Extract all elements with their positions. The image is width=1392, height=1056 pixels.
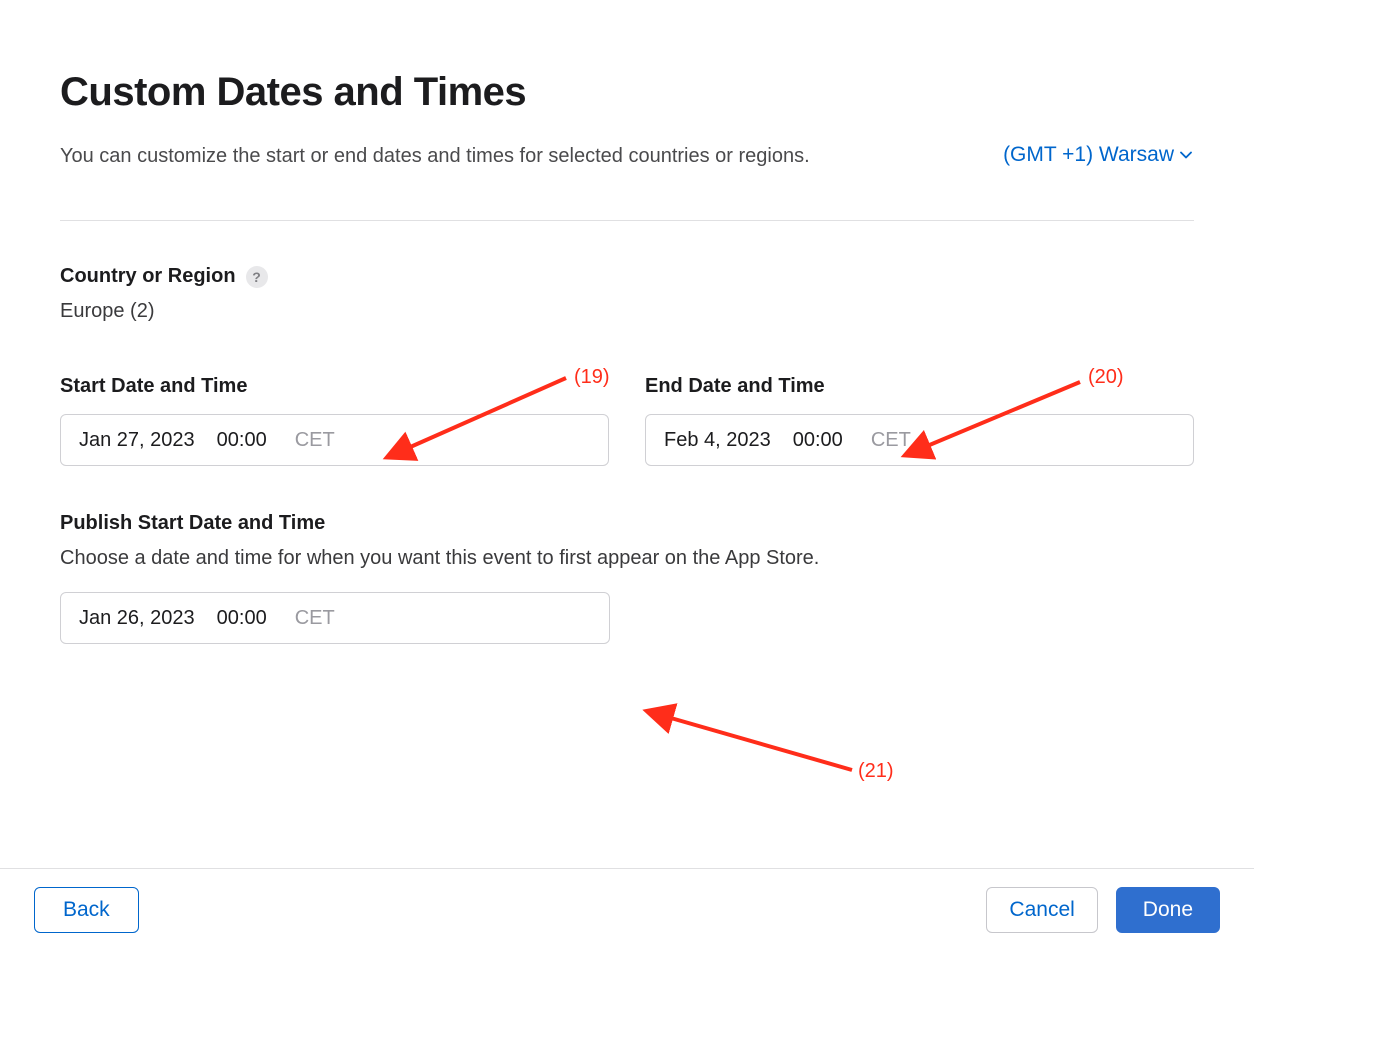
country-region-label: Country or Region [60,265,236,288]
done-button[interactable]: Done [1116,887,1220,933]
start-date-field[interactable]: Jan 27, 2023 00:00 CET [60,414,609,466]
timezone-label: (GMT +1) Warsaw [1003,143,1174,167]
start-time-value: 00:00 [217,429,267,452]
country-region-value: Europe (2) [60,300,1194,323]
divider [60,220,1194,221]
start-date-label: Start Date and Time [60,375,609,398]
end-date-label: End Date and Time [645,375,1194,398]
publish-tz-value: CET [295,607,335,630]
start-tz-value: CET [295,429,335,452]
timezone-selector[interactable]: (GMT +1) Warsaw [1003,141,1194,167]
end-date-field[interactable]: Feb 4, 2023 00:00 CET [645,414,1194,466]
cancel-button[interactable]: Cancel [986,887,1097,933]
end-time-value: 00:00 [793,429,843,452]
page-title: Custom Dates and Times [60,70,1194,115]
footer-bar: Back Cancel Done [0,868,1254,951]
help-icon[interactable]: ? [246,266,268,288]
start-date-value: Jan 27, 2023 [79,429,195,452]
back-button[interactable]: Back [34,887,139,933]
annotation-21-label: (21) [858,760,894,783]
end-date-value: Feb 4, 2023 [664,429,771,452]
end-tz-value: CET [871,429,911,452]
publish-date-field[interactable]: Jan 26, 2023 00:00 CET [60,592,610,644]
publish-time-value: 00:00 [217,607,267,630]
page-description: You can customize the start or end dates… [60,141,810,172]
chevron-down-icon [1180,148,1194,162]
publish-date-description: Choose a date and time for when you want… [60,547,1194,570]
publish-date-value: Jan 26, 2023 [79,607,195,630]
publish-date-label: Publish Start Date and Time [60,512,1194,535]
